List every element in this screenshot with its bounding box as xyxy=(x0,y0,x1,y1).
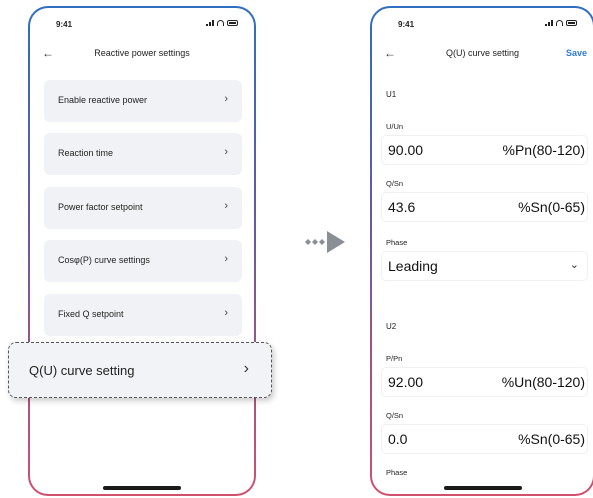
signal-icon xyxy=(206,20,214,26)
phone-right: 9:41 ← Q(U) curve setting Save U1 U/Un 9… xyxy=(370,6,593,496)
status-time: 9:41 xyxy=(56,20,73,29)
field-unit: %Un(80-120) xyxy=(501,374,585,390)
menu-item-label: Power factor setpoint xyxy=(58,202,143,212)
menu-item-fixed-q-setpoint[interactable]: Fixed Q setpoint › xyxy=(44,294,242,336)
menu-item-cosphi-curve-settings[interactable]: Cosφ(P) curve settings › xyxy=(44,240,242,282)
status-time: 9:41 xyxy=(398,20,415,29)
section-label-u1: U1 xyxy=(386,90,397,99)
menu-item-qu-curve-setting-highlight[interactable]: Q(U) curve setting › xyxy=(8,342,272,398)
field-caption-p-pn: P/Pn xyxy=(386,354,403,363)
chevron-right-icon: › xyxy=(224,307,228,319)
signal-icon xyxy=(545,20,553,26)
chevron-right-icon: › xyxy=(224,200,228,212)
transition-arrow-icon xyxy=(305,231,345,253)
phone-right-screen: 9:41 ← Q(U) curve setting Save U1 U/Un 9… xyxy=(372,8,593,494)
field-value: 90.00 xyxy=(388,142,424,158)
menu-item-enable-reactive-power[interactable]: Enable reactive power › xyxy=(44,80,242,122)
field-value: Leading xyxy=(388,258,438,274)
field-caption-q-sn: Q/Sn xyxy=(386,179,404,188)
chevron-right-icon: › xyxy=(224,146,228,158)
field-caption-u-un: U/Un xyxy=(386,122,404,131)
u1-phase-select[interactable]: Leading ⌄ xyxy=(382,252,587,280)
field-value: 0.0 xyxy=(388,431,408,447)
field-unit: %Sn(0-65) xyxy=(518,199,585,215)
wifi-icon xyxy=(556,20,563,26)
u1-u-un-field[interactable]: 90.00 %Pn(80-120) xyxy=(382,136,587,164)
field-caption-phase: Phase xyxy=(386,238,408,247)
menu-item-label: Q(U) curve setting xyxy=(29,363,135,378)
chevron-down-icon: ⌄ xyxy=(569,259,579,271)
u2-q-sn-field[interactable]: 0.0 %Sn(0-65) xyxy=(382,425,587,453)
field-unit: %Sn(0-65) xyxy=(518,431,585,447)
wifi-icon xyxy=(217,20,224,26)
menu-item-reaction-time[interactable]: Reaction time › xyxy=(44,133,242,175)
status-bar: 9:41 xyxy=(372,18,593,32)
field-caption-q-sn: Q/Sn xyxy=(386,411,404,420)
status-icons xyxy=(206,20,238,26)
nav-bar: ← Q(U) curve setting Save xyxy=(372,44,593,64)
battery-icon xyxy=(227,20,238,26)
field-caption-phase: Phase xyxy=(386,468,408,477)
section-label-u2: U2 xyxy=(386,322,397,331)
page-title: Reactive power settings xyxy=(94,48,190,58)
save-button[interactable]: Save xyxy=(566,48,587,58)
u1-q-sn-field[interactable]: 43.6 %Sn(0-65) xyxy=(382,193,587,221)
phone-left: 9:41 ← Reactive power settings Enable re… xyxy=(28,6,256,496)
chevron-right-icon: › xyxy=(224,93,228,105)
chevron-right-icon: › xyxy=(224,253,228,265)
chevron-right-icon: › xyxy=(243,360,249,377)
page-title: Q(U) curve setting xyxy=(445,48,520,58)
status-bar: 9:41 xyxy=(30,18,254,32)
menu-item-power-factor-setpoint[interactable]: Power factor setpoint › xyxy=(44,187,242,229)
phone-left-screen: 9:41 ← Reactive power settings Enable re… xyxy=(30,8,254,494)
status-icons xyxy=(545,20,577,26)
home-indicator xyxy=(103,486,181,490)
menu-item-label: Reaction time xyxy=(58,148,114,158)
u2-p-pn-field[interactable]: 92.00 %Un(80-120) xyxy=(382,368,587,396)
menu-item-label: Fixed Q setpoint xyxy=(58,309,124,319)
field-unit: %Pn(80-120) xyxy=(502,142,586,158)
nav-bar: ← Reactive power settings xyxy=(30,44,254,64)
battery-icon xyxy=(566,20,577,26)
field-value: 43.6 xyxy=(388,199,416,215)
menu-item-label: Cosφ(P) curve settings xyxy=(58,255,150,265)
field-value: 92.00 xyxy=(388,374,424,390)
home-indicator xyxy=(443,486,522,490)
menu-item-label: Enable reactive power xyxy=(58,95,148,105)
